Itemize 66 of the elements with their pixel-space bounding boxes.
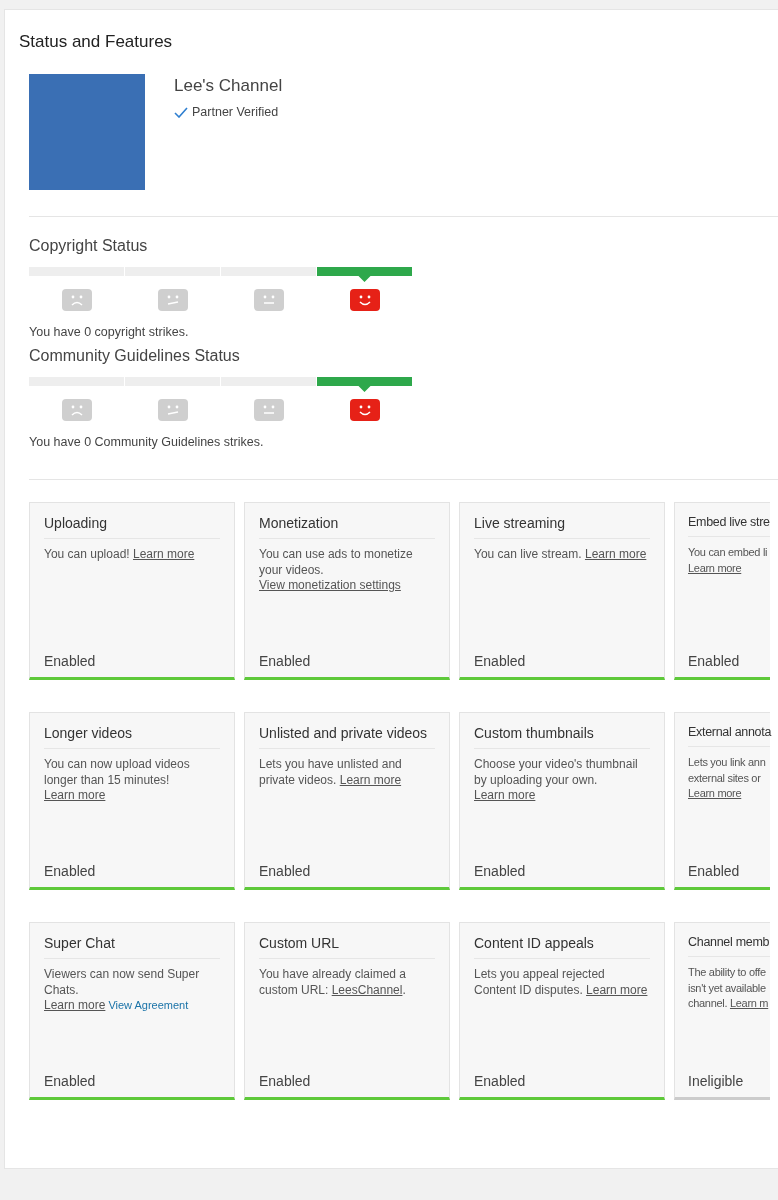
skeptical-face-icon — [157, 399, 188, 421]
page-title: Status and Features — [19, 32, 174, 52]
agreement-link[interactable]: View Agreement — [108, 999, 189, 1011]
feature-link[interactable]: Learn more — [44, 788, 106, 802]
feature-status: Enabled — [259, 1073, 312, 1089]
feature-link[interactable]: Learn more — [474, 788, 536, 802]
feature-description: You can upload! Learn more — [44, 547, 196, 563]
feature-description: You have already claimed a custom URL: LeesChannel. — [259, 967, 407, 999]
feature-description: Viewers can now send Super Chats. Learn more View Agreement — [44, 967, 201, 1014]
feature-link[interactable]: Learn more — [584, 547, 647, 561]
feature-description: Lets you link ann — [688, 756, 766, 768]
feature-description: The ability to offe — [688, 966, 766, 978]
feature-link[interactable]: Learn more — [339, 772, 402, 787]
neutral-face-icon — [253, 289, 284, 311]
feature-description: Lets you have unlisted and private videos. Learn more — [259, 757, 403, 789]
verified-label: Partner Verified — [192, 105, 279, 119]
feature-status: Enabled — [259, 653, 312, 669]
feature-status: Enabled — [688, 653, 741, 669]
feature-status: Enabled — [44, 653, 97, 669]
feature-status: Ineligible — [688, 1073, 745, 1089]
feature-description: isn't yet available — [688, 981, 766, 994]
feature-link[interactable]: Learn more — [586, 982, 648, 997]
section-title: Community Guidelines Status — [29, 347, 241, 365]
feature-description: You can embed li — [688, 546, 768, 558]
feature-title: Custom thumbnails — [474, 725, 650, 749]
feature-description: Choose your video's thumbnail by uploading your own. Learn more — [474, 757, 639, 804]
sad-face-icon — [61, 289, 92, 311]
learn-more-link[interactable]: Learn more — [688, 787, 742, 799]
feature-title: Unlisted and private videos — [259, 725, 435, 749]
feature-status: Enabled — [474, 1073, 527, 1089]
feature-title: Uploading — [44, 515, 220, 539]
feature-status: Enabled — [474, 863, 527, 879]
feature-title: Super Chat — [44, 935, 220, 959]
feature-title: Embed live stre — [688, 515, 770, 537]
feature-title: Live streaming — [474, 515, 650, 539]
feature-link[interactable]: Learn more — [132, 547, 195, 561]
neutral-face-icon — [253, 399, 284, 421]
feature-description: channel. — [688, 997, 729, 1009]
feature-description: Lets you appeal rejected Content ID disputes. Learn more — [474, 967, 649, 999]
learn-more-link[interactable]: Learn m — [729, 997, 769, 1009]
feature-title: Longer videos — [44, 725, 220, 749]
learn-more-link[interactable]: Learn more — [688, 561, 742, 574]
feature-description: You can now upload videos longer than 15 minutes! Learn more — [44, 757, 191, 804]
feature-title: Custom URL — [259, 935, 435, 959]
feature-description: You can use ads to monetize your videos. View monetization settings — [259, 547, 414, 594]
feature-description: You can live stream. Learn more — [474, 547, 648, 563]
happy-face-icon — [349, 399, 380, 421]
strike-message: You have 0 Community Guidelines strikes. — [29, 435, 265, 449]
feature-description: external sites or — [688, 771, 761, 784]
feature-status: Enabled — [474, 653, 527, 669]
feature-link[interactable]: Learn more — [44, 998, 106, 1012]
feature-title: Monetization — [259, 515, 435, 539]
feature-title: External annota — [688, 725, 770, 747]
skeptical-face-icon — [157, 289, 188, 311]
feature-title: Channel memb — [688, 935, 770, 957]
section-title: Copyright Status — [29, 237, 149, 255]
strike-message: You have 0 copyright strikes. — [29, 325, 190, 339]
feature-status: Enabled — [259, 863, 312, 879]
feature-title: Content ID appeals — [474, 935, 650, 959]
channel-name: Lee's Channel — [174, 76, 283, 96]
feature-link[interactable]: View monetization settings — [259, 578, 401, 592]
feature-status: Enabled — [688, 863, 741, 879]
feature-status: Enabled — [44, 1073, 97, 1089]
feature-status: Enabled — [44, 863, 97, 879]
sad-face-icon — [61, 399, 92, 421]
happy-face-icon — [349, 289, 380, 311]
